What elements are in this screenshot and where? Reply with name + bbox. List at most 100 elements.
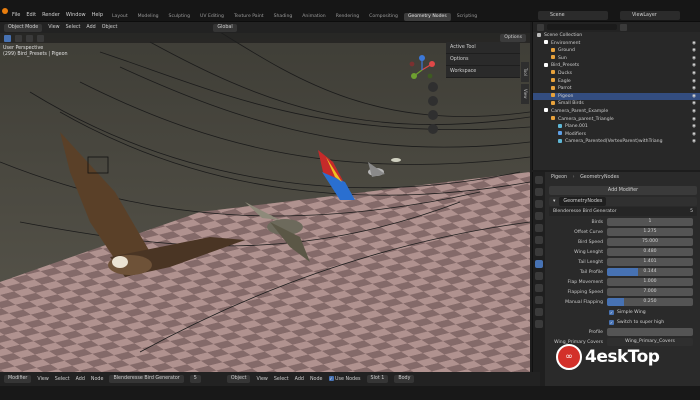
select-box-icon[interactable] (4, 34, 11, 42)
tab-compositing[interactable]: Compositing (365, 13, 402, 21)
property-value-field[interactable]: 7.000 (607, 288, 693, 296)
outliner-row[interactable]: Modifiers ◉ (533, 131, 700, 139)
outliner-row[interactable]: Camera_Parented(VertexParent)withTriang ◉ (533, 138, 700, 146)
tab-geometry-nodes[interactable]: Geometry Nodes (403, 13, 451, 21)
property-value-field[interactable]: 0.144 (607, 268, 693, 276)
checkbox-icon[interactable]: ✓ (328, 376, 334, 381)
tab-texture-paint[interactable]: Texture Paint (230, 13, 268, 21)
output-tab-icon[interactable] (535, 200, 543, 208)
object-tab-icon[interactable] (535, 248, 543, 256)
slot-selector[interactable]: Slot 1 (366, 375, 389, 383)
super-high-toggle[interactable]: ✓ Switch to super high (609, 317, 699, 327)
menu-help[interactable]: Help (92, 12, 103, 18)
outliner-row[interactable]: Bird_Presets ◉ (533, 62, 700, 70)
visibility-eye-icon[interactable]: ◉ (692, 100, 696, 108)
material-tab-icon[interactable] (535, 320, 543, 328)
expand-arrow-icon[interactable]: ▾ (553, 197, 555, 206)
visibility-eye-icon[interactable]: ◉ (692, 47, 696, 55)
node2-menu-add[interactable]: Add (295, 377, 304, 382)
node-menu-view[interactable]: View (37, 377, 48, 382)
panel-options[interactable]: Options (446, 54, 520, 66)
modifier-tab-icon[interactable] (535, 260, 543, 268)
visibility-eye-icon[interactable]: ◉ (692, 131, 696, 139)
outliner-search-input[interactable] (547, 24, 617, 30)
viewport-menu-object[interactable]: Object (102, 25, 118, 30)
visibility-eye-icon[interactable]: ◉ (692, 78, 696, 86)
mode-selector[interactable]: Object Mode (4, 23, 43, 32)
visibility-eye-icon[interactable]: ◉ (692, 70, 696, 78)
property-value-field[interactable]: 75.000 (607, 238, 693, 246)
tab-animation[interactable]: Animation (298, 13, 329, 21)
constraints-tab-icon[interactable] (535, 296, 543, 304)
data-tab-icon[interactable] (535, 308, 543, 316)
viewport-menu-select[interactable]: Select (66, 25, 81, 30)
visibility-eye-icon[interactable]: ◉ (692, 55, 696, 63)
node2-menu-node[interactable]: Node (310, 377, 323, 382)
physics-tab-icon[interactable] (535, 284, 543, 292)
view-layer-selector[interactable]: ViewLayer (620, 11, 680, 20)
editor-type-selector[interactable]: Modifier (4, 375, 32, 383)
tab-layout[interactable]: Layout (108, 13, 132, 21)
outliner-row[interactable]: Eagle ◉ (533, 78, 700, 86)
property-value-field[interactable]: 0.250 (607, 298, 693, 306)
visibility-eye-icon[interactable]: ◉ (692, 85, 696, 93)
transform-orientation[interactable]: Global (213, 23, 237, 32)
menu-window[interactable]: Window (66, 12, 86, 18)
simple-wing-toggle[interactable]: ✓ Simple Wing (609, 307, 699, 317)
visibility-eye-icon[interactable]: ◉ (692, 123, 696, 131)
tab-uv-editing[interactable]: UV Editing (196, 13, 228, 21)
object-menu[interactable]: Object (226, 375, 251, 383)
viewport-menu-view[interactable]: View (48, 25, 59, 30)
scene-selector[interactable]: Scene (538, 11, 608, 20)
tab-modeling[interactable]: Modeling (134, 13, 163, 21)
tab-scripting[interactable]: Scripting (453, 13, 481, 21)
viewport-menu-add[interactable]: Add (86, 25, 95, 30)
visibility-eye-icon[interactable]: ◉ (692, 138, 696, 146)
outliner-row[interactable]: Pigeon ◉ (533, 92, 700, 101)
options-button[interactable]: Options (500, 34, 526, 42)
visibility-eye-icon[interactable]: ◉ (692, 108, 696, 116)
property-value-field[interactable]: 1.275 (607, 228, 693, 236)
select-mode-icon[interactable] (15, 34, 22, 42)
tab-view[interactable]: View (521, 84, 529, 104)
panel-active-tool[interactable]: Active Tool (446, 42, 520, 54)
visibility-eye-icon[interactable]: ◉ (692, 116, 696, 124)
node-menu-select[interactable]: Select (55, 377, 70, 382)
world-tab-icon[interactable] (535, 236, 543, 244)
zoom-icon[interactable] (428, 82, 438, 92)
node2-menu-view[interactable]: View (256, 377, 267, 382)
node-menu-add[interactable]: Add (76, 377, 85, 382)
camera-view-icon[interactable] (428, 110, 438, 120)
add-modifier-button[interactable]: Add Modifier (549, 186, 697, 195)
tab-rendering[interactable]: Rendering (332, 13, 363, 21)
outliner-row[interactable]: Scene Collection (533, 32, 700, 40)
outliner-row[interactable]: Ground ◉ (533, 47, 700, 55)
view-layer-tab-icon[interactable] (535, 212, 543, 220)
menu-file[interactable]: File (12, 12, 20, 18)
grid-view-icon[interactable] (428, 124, 438, 134)
visibility-eye-icon[interactable]: ◉ (692, 93, 696, 101)
outliner-row[interactable]: Ducks ◉ (533, 70, 700, 78)
visibility-eye-icon[interactable]: ◉ (692, 62, 696, 70)
node-menu-node[interactable]: Node (91, 377, 104, 382)
particles-tab-icon[interactable] (535, 272, 543, 280)
select-mode-icon[interactable] (26, 34, 33, 42)
blender-logo-icon[interactable] (2, 8, 8, 14)
outliner-row[interactable]: Environment ◉ (533, 40, 700, 48)
property-value-field[interactable]: 1.401 (607, 258, 693, 266)
tab-sculpting[interactable]: Sculpting (165, 13, 194, 21)
tab-shading[interactable]: Shading (270, 13, 297, 21)
outliner-row[interactable]: Plane.001 ◉ (533, 123, 700, 131)
tab-tool[interactable]: Tool (521, 62, 529, 82)
property-value-field[interactable]: 0.480 (607, 248, 693, 256)
menu-edit[interactable]: Edit (26, 12, 36, 18)
use-nodes-toggle[interactable]: ✓ Use Nodes (328, 376, 361, 382)
outliner-row[interactable]: Parrot ◉ (533, 85, 700, 93)
material-selector[interactable]: Body (394, 375, 415, 383)
outliner-row[interactable]: Small Birds ◉ (533, 100, 700, 108)
filter-icon[interactable] (620, 23, 627, 31)
users-count[interactable]: 5 (189, 375, 201, 383)
profile-field[interactable] (607, 328, 693, 336)
scene-tab-icon[interactable] (535, 224, 543, 232)
menu-render[interactable]: Render (42, 12, 60, 18)
